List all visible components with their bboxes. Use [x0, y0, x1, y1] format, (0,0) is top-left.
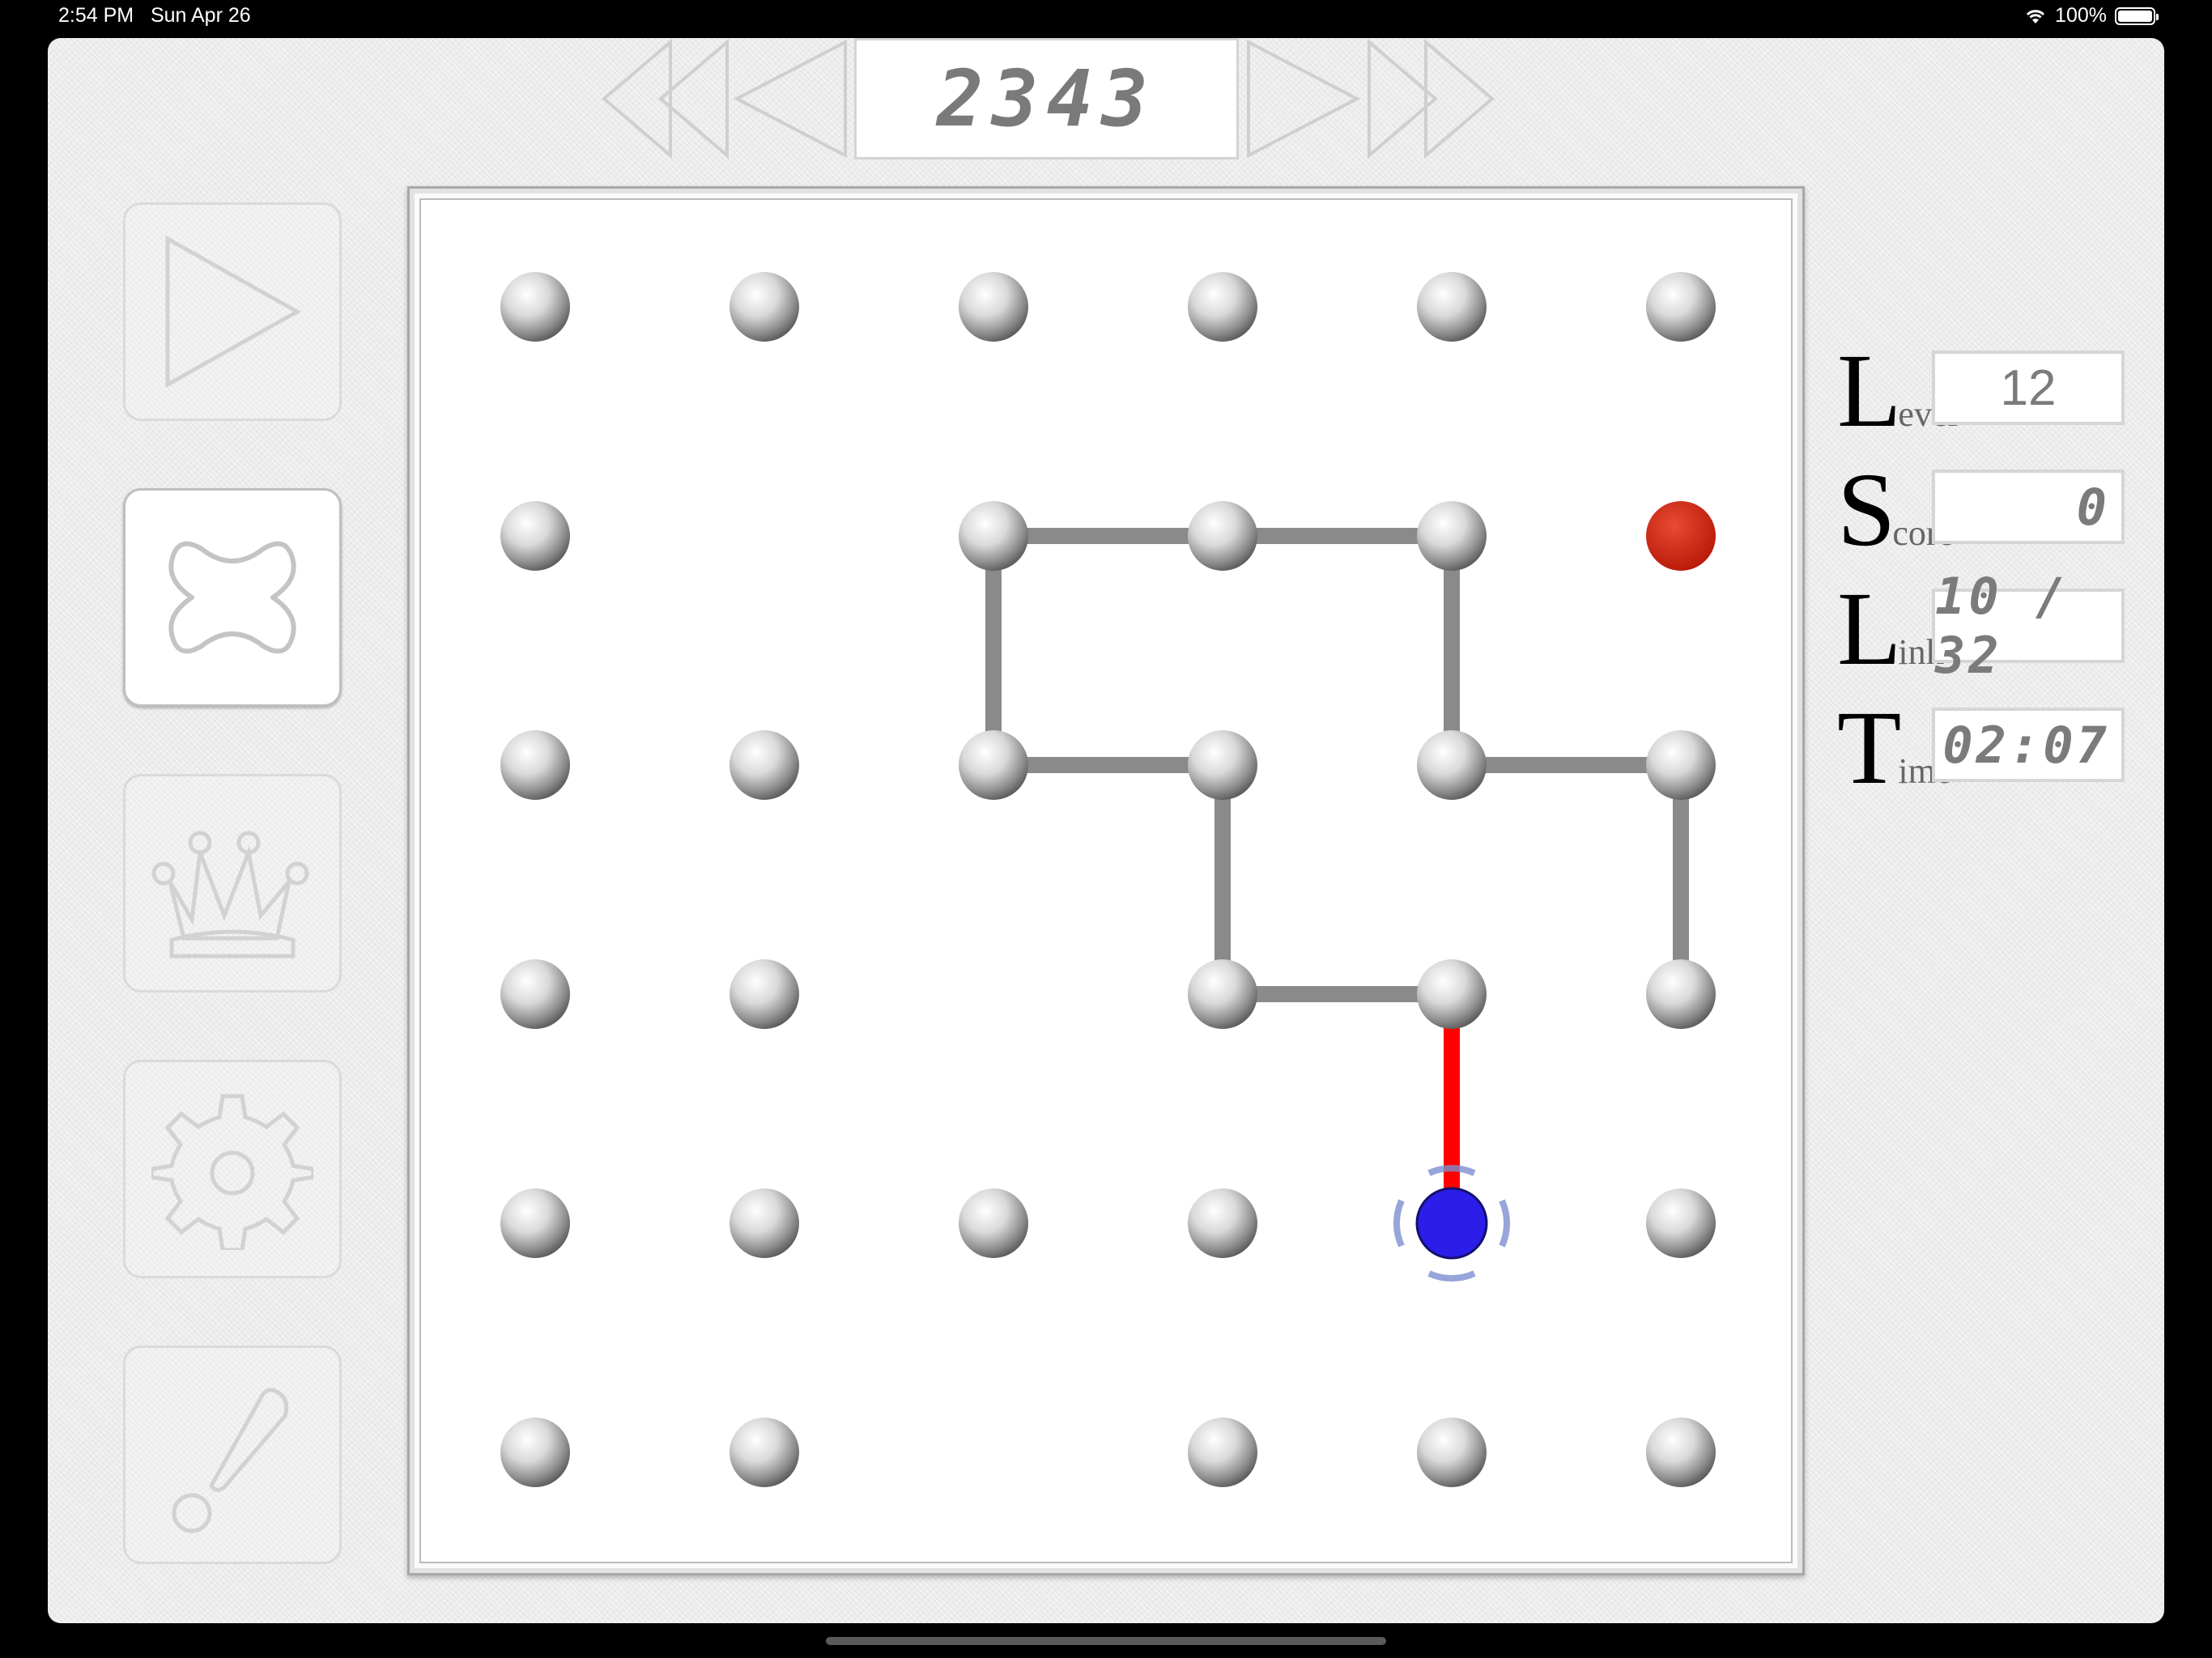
grid-dot[interactable]: [959, 272, 1028, 342]
wifi-icon: [2026, 9, 2045, 23]
target-dot[interactable]: [1646, 501, 1716, 571]
grid-dot[interactable]: [500, 1418, 570, 1487]
link-stat: Link 10 / 32: [1837, 567, 2161, 687]
grid-dot[interactable]: [1188, 730, 1257, 800]
grid-dot[interactable]: [500, 730, 570, 800]
first-puzzle-button[interactable]: [601, 38, 730, 159]
puzzle-number-display: 2343: [854, 38, 1239, 159]
x-icon: [168, 541, 296, 654]
grid-dot[interactable]: [500, 1188, 570, 1258]
home-indicator: [826, 1637, 1386, 1645]
play-button[interactable]: [123, 202, 342, 421]
time-value: 02:07: [1932, 708, 2125, 782]
crown-icon: [151, 831, 309, 959]
exclamation-icon: [172, 1388, 289, 1533]
game-board-frame: [407, 186, 1805, 1575]
grid-dot[interactable]: [500, 501, 570, 571]
grid-dot[interactable]: [1646, 272, 1716, 342]
score-value: 0: [1932, 470, 2125, 544]
status-bar: 2:54 PM Sun Apr 26 100%: [0, 0, 2212, 34]
cursor-halo-arc: [1393, 1199, 1405, 1248]
cursor-dot[interactable]: [1415, 1187, 1488, 1260]
play-icon: [165, 235, 302, 389]
grid-dot[interactable]: [500, 272, 570, 342]
grid-dot[interactable]: [959, 1188, 1028, 1258]
leaderboard-button[interactable]: [123, 774, 342, 993]
previous-puzzle-button[interactable]: [732, 38, 853, 159]
status-time: 2:54 PM Sun Apr 26: [58, 4, 251, 27]
grid-dot[interactable]: [1646, 1418, 1716, 1487]
grid-dot[interactable]: [1188, 501, 1257, 571]
grid-dot[interactable]: [1188, 959, 1257, 1029]
cursor-halo-arc: [1499, 1199, 1510, 1248]
cursor-halo-arc: [1427, 1270, 1476, 1282]
grid-dot[interactable]: [730, 1418, 799, 1487]
grid-dot[interactable]: [1646, 959, 1716, 1029]
grid-dot[interactable]: [1646, 1188, 1716, 1258]
grid-dot[interactable]: [730, 959, 799, 1029]
grid-dot[interactable]: [1188, 1188, 1257, 1258]
time-stat: Time 02:07: [1837, 695, 2161, 801]
last-puzzle-button[interactable]: [1366, 38, 1495, 159]
link-label: Link: [1837, 571, 1944, 687]
grid-dot[interactable]: [1417, 1418, 1487, 1487]
grid-dot[interactable]: [1188, 1418, 1257, 1487]
battery-icon: [2115, 6, 2159, 25]
grid-dot[interactable]: [1417, 272, 1487, 342]
grid-dot[interactable]: [730, 730, 799, 800]
battery-percent: 100%: [2055, 4, 2107, 27]
link-value: 10 / 32: [1932, 567, 2125, 685]
game-screen: 2343 Level 12 Score 0 Link 10 / 32 Time …: [48, 38, 2164, 1623]
gear-icon: [151, 1094, 313, 1250]
grid-dot[interactable]: [1188, 272, 1257, 342]
clear-button[interactable]: [123, 488, 342, 707]
next-puzzle-button[interactable]: [1242, 38, 1363, 159]
grid-dot[interactable]: [959, 730, 1028, 800]
game-board[interactable]: [419, 198, 1793, 1563]
grid-dot[interactable]: [1646, 730, 1716, 800]
level-stat: Level 12: [1837, 338, 2161, 444]
grid-dot[interactable]: [1417, 501, 1487, 571]
grid-dot[interactable]: [959, 501, 1028, 571]
grid-dot[interactable]: [1417, 730, 1487, 800]
score-stat: Score 0: [1837, 457, 2161, 563]
grid-dot[interactable]: [1417, 959, 1487, 1029]
level-value: 12: [1932, 351, 2125, 425]
grid-dot[interactable]: [500, 959, 570, 1029]
grid-dot[interactable]: [730, 272, 799, 342]
status-right: 100%: [2024, 4, 2159, 28]
hint-button[interactable]: [123, 1346, 342, 1564]
grid-dot[interactable]: [730, 1188, 799, 1258]
board-canvas[interactable]: [421, 200, 1794, 1565]
settings-button[interactable]: [123, 1060, 342, 1278]
